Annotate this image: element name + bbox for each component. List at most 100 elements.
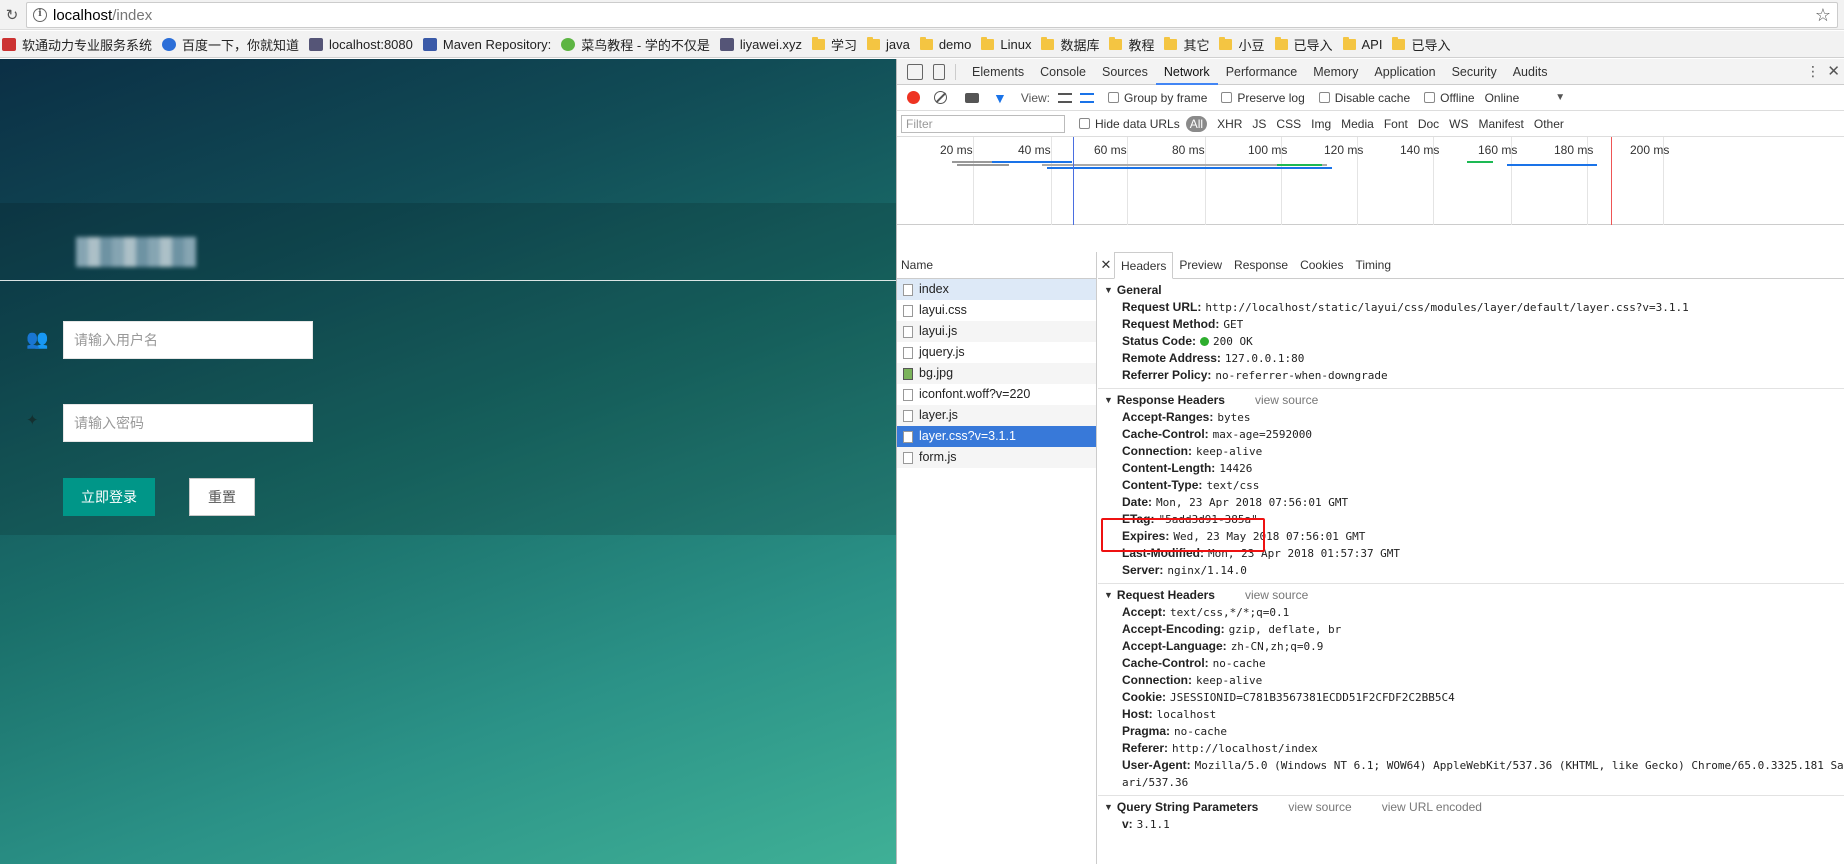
bookmark-item[interactable]: liyawei.xyz: [719, 37, 802, 52]
tab-network[interactable]: Network: [1155, 59, 1218, 85]
bookmark-item[interactable]: demo: [919, 36, 971, 52]
more-menu-icon[interactable]: ⋮: [1806, 63, 1820, 80]
header-key: Accept-Encoding:: [1122, 622, 1225, 636]
section-response-headers[interactable]: ▼ Response Headers view source: [1098, 391, 1844, 409]
group-by-frame-checkbox[interactable]: Group by frame: [1108, 91, 1207, 105]
bookmark-item[interactable]: 小豆: [1219, 35, 1265, 54]
name-column-header[interactable]: Name: [897, 252, 1096, 279]
file-icon: [903, 451, 913, 464]
reload-icon[interactable]: ↻: [2, 6, 22, 24]
header-value: keep-alive: [1196, 445, 1263, 458]
request-row[interactable]: layer.css?v=3.1.1: [897, 426, 1096, 447]
tab-security[interactable]: Security: [1444, 59, 1505, 85]
bookmark-item[interactable]: 已导入: [1274, 35, 1333, 54]
bookmark-item[interactable]: API: [1342, 36, 1382, 52]
detail-tab-cookies[interactable]: Cookies: [1294, 252, 1349, 278]
inspect-icon[interactable]: [907, 63, 923, 80]
omnibox[interactable]: i localhost/index ☆: [26, 2, 1838, 28]
section-query-string-parameters[interactable]: ▼ Query String Parameters view source view …: [1098, 798, 1844, 816]
clear-icon[interactable]: [934, 91, 947, 104]
hide-data-urls-checkbox[interactable]: Hide data URLs: [1079, 117, 1180, 131]
login-page: 👥 请输入用户名 ✦ 请输入密码 立即登录 重置: [0, 59, 896, 864]
bookmark-item[interactable]: 学习: [811, 35, 857, 54]
bookmark-item[interactable]: 教程: [1109, 35, 1154, 54]
close-detail-icon[interactable]: ✕: [1098, 257, 1114, 273]
view-source-link[interactable]: view source: [1255, 393, 1318, 407]
tab-elements[interactable]: Elements: [964, 59, 1032, 85]
filter-icon[interactable]: ▼: [993, 90, 1007, 106]
type-filter-font[interactable]: Font: [1384, 117, 1408, 131]
record-icon[interactable]: [907, 91, 920, 104]
header-value: 3.1.1: [1136, 818, 1170, 831]
view-url-encoded-link[interactable]: view URL encoded: [1382, 800, 1482, 814]
request-row[interactable]: layui.css: [897, 300, 1096, 321]
type-filter-manifest[interactable]: Manifest: [1479, 117, 1524, 131]
bookmark-item[interactable]: 百度一下，你就知道: [162, 35, 299, 54]
view-source-link[interactable]: view source: [1288, 800, 1351, 814]
network-timeline[interactable]: 20 ms 40 ms 60 ms 80 ms 100 ms 120 ms 140 ms 16…: [897, 137, 1844, 225]
device-toolbar-icon[interactable]: [933, 63, 945, 80]
request-row[interactable]: bg.jpg: [897, 363, 1096, 384]
request-row[interactable]: index: [897, 279, 1096, 300]
type-filter-other[interactable]: Other: [1534, 117, 1564, 131]
tab-audits[interactable]: Audits: [1505, 59, 1556, 85]
close-devtools-icon[interactable]: ✕: [1827, 62, 1840, 80]
throttling-select[interactable]: Online: [1485, 91, 1520, 105]
reset-button[interactable]: 重置: [189, 478, 255, 516]
tab-performance[interactable]: Performance: [1218, 59, 1306, 85]
type-filter-doc[interactable]: Doc: [1418, 117, 1439, 131]
tab-memory[interactable]: Memory: [1305, 59, 1366, 85]
login-button[interactable]: 立即登录: [63, 478, 155, 516]
header-value: GET: [1223, 318, 1244, 331]
chevron-down-icon[interactable]: ▼: [1555, 92, 1565, 103]
bookmark-item[interactable]: Maven Repository:: [422, 37, 551, 52]
bookmark-item[interactable]: 其它: [1164, 35, 1209, 54]
view-source-link[interactable]: view source: [1245, 588, 1308, 602]
star-icon[interactable]: ☆: [1815, 5, 1831, 26]
waterfall-bar: [1467, 161, 1493, 163]
bookmark-item[interactable]: java: [866, 36, 910, 52]
info-icon[interactable]: i: [33, 8, 47, 22]
capture-screenshots-icon[interactable]: [965, 92, 979, 103]
request-row[interactable]: layer.js: [897, 405, 1096, 426]
disable-cache-checkbox[interactable]: Disable cache: [1318, 91, 1410, 105]
triangle-down-icon[interactable]: ▼: [1104, 802, 1113, 812]
detail-tab-response[interactable]: Response: [1228, 252, 1294, 278]
type-filter-js[interactable]: JS: [1252, 117, 1266, 131]
bookmark-item[interactable]: 菜鸟教程 - 学的不仅是: [561, 35, 710, 54]
preserve-log-checkbox[interactable]: Preserve log: [1221, 91, 1305, 105]
request-row[interactable]: iconfont.woff?v=220: [897, 384, 1096, 405]
triangle-down-icon[interactable]: ▼: [1104, 395, 1113, 405]
header-row: Date: Mon, 23 Apr 2018 07:56:01 GMT: [1098, 494, 1844, 511]
type-filter-img[interactable]: Img: [1311, 117, 1331, 131]
request-row[interactable]: form.js: [897, 447, 1096, 468]
bookmark-item[interactable]: 软通动力专业服务系统: [2, 35, 152, 54]
overview-icon[interactable]: [1080, 92, 1094, 103]
type-filter-all[interactable]: All: [1185, 115, 1208, 132]
section-general[interactable]: ▼ General: [1098, 281, 1844, 299]
tab-sources[interactable]: Sources: [1094, 59, 1156, 85]
tab-application[interactable]: Application: [1366, 59, 1443, 85]
triangle-down-icon[interactable]: ▼: [1104, 590, 1113, 600]
bookmark-item[interactable]: Linux: [981, 36, 1031, 52]
bookmark-item[interactable]: localhost:8080: [309, 37, 413, 52]
detail-tab-timing[interactable]: Timing: [1349, 252, 1397, 278]
type-filter-css[interactable]: CSS: [1276, 117, 1301, 131]
offline-checkbox[interactable]: Offline: [1424, 91, 1475, 105]
triangle-down-icon[interactable]: ▼: [1104, 285, 1113, 295]
type-filter-ws[interactable]: WS: [1449, 117, 1468, 131]
tab-console[interactable]: Console: [1032, 59, 1094, 85]
detail-tab-headers[interactable]: Headers: [1114, 252, 1174, 279]
bookmark-item[interactable]: 数据库: [1041, 35, 1099, 54]
section-request-headers[interactable]: ▼ Request Headers view source: [1098, 586, 1844, 604]
password-input[interactable]: 请输入密码: [63, 404, 313, 442]
filter-input[interactable]: Filter: [901, 114, 1065, 133]
type-filter-media[interactable]: Media: [1341, 117, 1374, 131]
type-filter-xhr[interactable]: XHR: [1217, 117, 1242, 131]
detail-tab-preview[interactable]: Preview: [1173, 252, 1228, 278]
large-rows-icon[interactable]: [1058, 92, 1072, 103]
bookmark-item[interactable]: 已导入: [1392, 35, 1451, 54]
request-row[interactable]: jquery.js: [897, 342, 1096, 363]
username-input[interactable]: 请输入用户名: [63, 321, 313, 359]
request-row[interactable]: layui.js: [897, 321, 1096, 342]
